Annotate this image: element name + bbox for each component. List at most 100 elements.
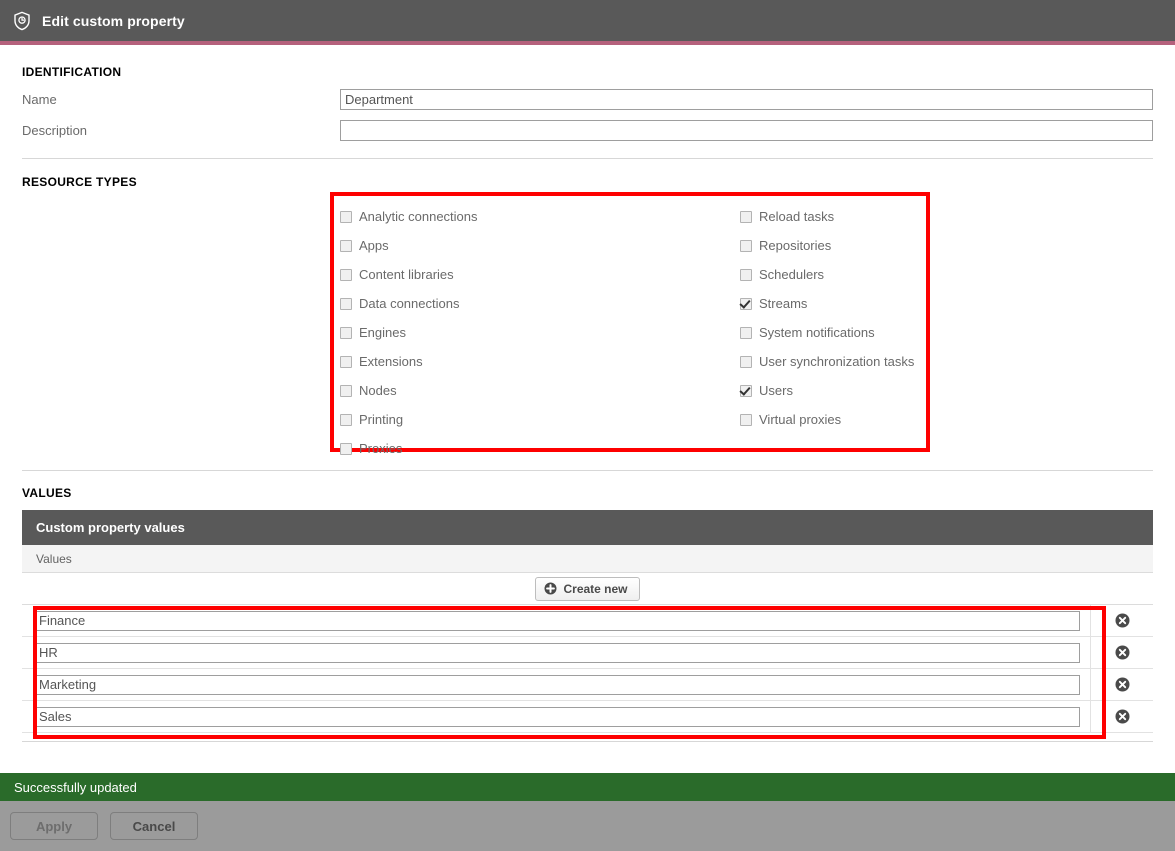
value-row bbox=[22, 701, 1153, 733]
resource-type-row[interactable]: Content libraries bbox=[340, 260, 740, 289]
resource-type-row[interactable]: Apps bbox=[340, 231, 740, 260]
resource-type-label: Data connections bbox=[359, 296, 459, 311]
value-cell bbox=[22, 643, 1090, 663]
resource-type-row[interactable]: Virtual proxies bbox=[740, 405, 925, 434]
checkbox-checked-icon[interactable] bbox=[740, 298, 752, 310]
status-bar: Successfully updated bbox=[0, 773, 1175, 801]
checkbox-unchecked-icon[interactable] bbox=[340, 327, 352, 339]
resource-type-label: Repositories bbox=[759, 238, 831, 253]
checkbox-checked-icon[interactable] bbox=[740, 385, 752, 397]
resource-type-row[interactable]: Printing bbox=[340, 405, 740, 434]
resource-type-label: Schedulers bbox=[759, 267, 824, 282]
value-input[interactable] bbox=[34, 707, 1080, 727]
value-input[interactable] bbox=[34, 643, 1080, 663]
checkbox-unchecked-icon[interactable] bbox=[740, 211, 752, 223]
values-section-title: VALUES bbox=[22, 486, 1153, 500]
resource-type-row[interactable]: Users bbox=[740, 376, 925, 405]
plus-circle-icon bbox=[544, 582, 557, 595]
checkbox-unchecked-icon[interactable] bbox=[340, 211, 352, 223]
description-field-row: Description bbox=[22, 119, 1153, 141]
resource-type-row[interactable]: Data connections bbox=[340, 289, 740, 318]
values-row-list bbox=[22, 605, 1153, 733]
value-cell bbox=[22, 675, 1090, 695]
resource-types-left-column: Analytic connections Apps Content librarie… bbox=[340, 202, 740, 463]
window-titlebar: Edit custom property bbox=[0, 0, 1175, 41]
delete-value-button[interactable] bbox=[1090, 605, 1153, 636]
resource-type-row[interactable]: Schedulers bbox=[740, 260, 925, 289]
resource-types-columns: Analytic connections Apps Content librarie… bbox=[340, 202, 925, 463]
resource-type-row[interactable]: Analytic connections bbox=[340, 202, 740, 231]
apply-button[interactable]: Apply bbox=[10, 812, 98, 840]
resource-types-section: RESOURCE TYPES Analytic connectionsAppsC… bbox=[22, 159, 1153, 471]
checkbox-unchecked-icon[interactable] bbox=[340, 240, 352, 252]
value-row bbox=[22, 605, 1153, 637]
checkbox-unchecked-icon[interactable] bbox=[340, 443, 352, 455]
value-input[interactable] bbox=[34, 675, 1080, 695]
resource-type-label: System notifications bbox=[759, 325, 875, 340]
resource-type-row[interactable]: Extensions bbox=[340, 347, 740, 376]
status-message: Successfully updated bbox=[14, 780, 137, 795]
resource-type-label: Printing bbox=[359, 412, 403, 427]
checkbox-unchecked-icon[interactable] bbox=[340, 385, 352, 397]
resource-types-body: Analytic connections Apps Content librarie… bbox=[22, 190, 1153, 453]
checkbox-unchecked-icon[interactable] bbox=[340, 269, 352, 281]
identification-section: IDENTIFICATION Name Description bbox=[22, 45, 1153, 159]
footer-action-bar: Apply Cancel bbox=[0, 801, 1175, 851]
resource-type-row[interactable]: Repositories bbox=[740, 231, 925, 260]
resource-type-row[interactable]: Nodes bbox=[340, 376, 740, 405]
resource-type-label: User synchronization tasks bbox=[759, 354, 914, 369]
resource-type-label: Extensions bbox=[359, 354, 423, 369]
resource-type-row[interactable]: Engines bbox=[340, 318, 740, 347]
delete-circle-icon bbox=[1115, 677, 1130, 692]
delete-value-button[interactable] bbox=[1090, 669, 1153, 700]
value-row bbox=[22, 637, 1153, 669]
checkbox-unchecked-icon[interactable] bbox=[740, 356, 752, 368]
checkbox-unchecked-icon[interactable] bbox=[340, 298, 352, 310]
resource-type-label: Content libraries bbox=[359, 267, 454, 282]
value-row bbox=[22, 669, 1153, 701]
resource-type-row[interactable]: User synchronization tasks bbox=[740, 347, 925, 376]
value-cell bbox=[22, 611, 1090, 631]
window-title: Edit custom property bbox=[42, 13, 185, 29]
resource-type-label: Streams bbox=[759, 296, 807, 311]
checkbox-unchecked-icon[interactable] bbox=[740, 240, 752, 252]
description-input[interactable] bbox=[340, 120, 1153, 141]
resource-type-label: Proxies bbox=[359, 441, 402, 456]
value-cell bbox=[22, 707, 1090, 727]
values-table-toolbar: Create new bbox=[22, 573, 1153, 605]
description-label: Description bbox=[22, 123, 340, 138]
delete-value-button[interactable] bbox=[1090, 701, 1153, 732]
checkbox-unchecked-icon[interactable] bbox=[340, 414, 352, 426]
checkbox-unchecked-icon[interactable] bbox=[740, 414, 752, 426]
resource-type-row[interactable]: Streams bbox=[740, 289, 925, 318]
delete-circle-icon bbox=[1115, 613, 1130, 628]
values-section: VALUES Custom property values Values Cre… bbox=[22, 471, 1153, 742]
checkbox-unchecked-icon[interactable] bbox=[340, 356, 352, 368]
resource-type-label: Reload tasks bbox=[759, 209, 834, 224]
delete-value-button[interactable] bbox=[1090, 637, 1153, 668]
resource-type-row[interactable]: Proxies bbox=[340, 434, 740, 463]
resource-type-label: Nodes bbox=[359, 383, 397, 398]
delete-circle-icon bbox=[1115, 709, 1130, 724]
name-label: Name bbox=[22, 92, 340, 107]
name-input[interactable] bbox=[340, 89, 1153, 110]
values-bottom-rule bbox=[22, 741, 1153, 742]
checkbox-unchecked-icon[interactable] bbox=[740, 327, 752, 339]
resource-type-row[interactable]: Reload tasks bbox=[740, 202, 925, 231]
checkbox-unchecked-icon[interactable] bbox=[740, 269, 752, 281]
custom-property-values-table: Custom property values Values Create new bbox=[22, 510, 1153, 733]
create-new-button[interactable]: Create new bbox=[535, 577, 639, 601]
resource-types-right-column: Reload tasks Repositories Schedulers Stream… bbox=[740, 202, 925, 463]
form-content: IDENTIFICATION Name Description RESOURCE… bbox=[0, 45, 1175, 742]
resource-type-label: Apps bbox=[359, 238, 389, 253]
resource-type-row[interactable]: System notifications bbox=[740, 318, 925, 347]
values-column-header: Values bbox=[22, 545, 1153, 573]
resource-type-label: Virtual proxies bbox=[759, 412, 841, 427]
shield-icon bbox=[12, 11, 32, 31]
resource-type-label: Engines bbox=[359, 325, 406, 340]
name-field-row: Name bbox=[22, 88, 1153, 110]
value-input[interactable] bbox=[34, 611, 1080, 631]
delete-circle-icon bbox=[1115, 645, 1130, 660]
cancel-button[interactable]: Cancel bbox=[110, 812, 198, 840]
create-new-button-label: Create new bbox=[563, 582, 627, 596]
